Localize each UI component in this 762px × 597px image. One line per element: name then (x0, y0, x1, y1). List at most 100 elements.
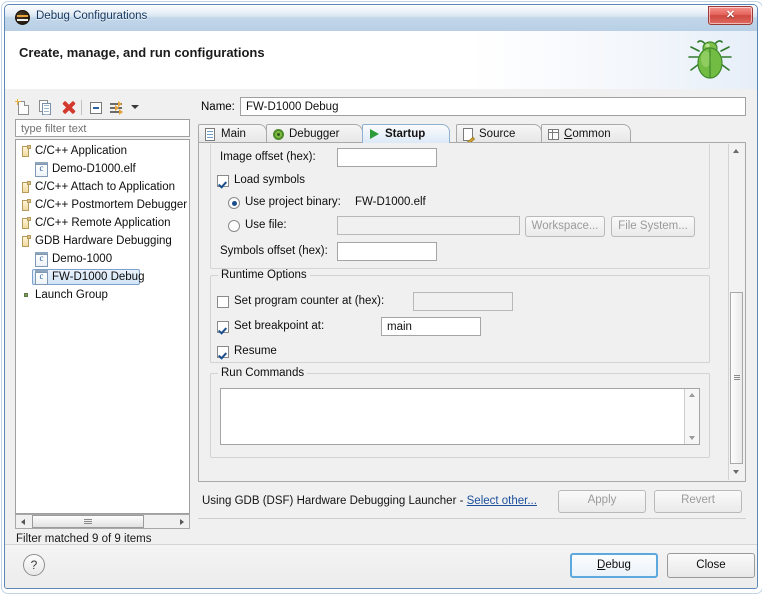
scroll-down-arrow[interactable] (729, 465, 744, 480)
set-breakpoint-label: Set breakpoint at: (234, 320, 325, 332)
scroll-up-arrow[interactable] (689, 393, 695, 397)
tree-item-c-cpp-attach-to-application[interactable]: C/C++ Attach to Application (16, 178, 189, 196)
red-delete-x-icon (62, 101, 75, 114)
page-title: Create, manage, and run configurations (19, 45, 265, 60)
category-icon (22, 145, 31, 158)
toolbar-separator (81, 100, 82, 115)
filter-icon (110, 101, 124, 115)
close-button-label: Close (696, 559, 726, 571)
scroll-right-arrow[interactable] (175, 515, 189, 528)
page-icon (204, 128, 217, 141)
breakpoint-value: main (387, 321, 412, 333)
tab-common[interactable]: Common (541, 124, 631, 143)
resume-checkbox[interactable] (217, 346, 229, 358)
run-commands-textarea[interactable] (220, 388, 700, 445)
common-table-icon (547, 128, 560, 141)
tree-item-label: GDB Hardware Debugging (35, 235, 172, 247)
tree-item-c-cpp-application[interactable]: C/C++ Application (16, 142, 189, 160)
launch-configuration-tree-panel: type filter text C/C++ Application Demo-… (15, 97, 190, 545)
revert-button[interactable]: Revert (654, 490, 742, 513)
set-program-counter-checkbox[interactable] (217, 296, 229, 308)
startup-vertical-scrollbar[interactable] (728, 144, 744, 480)
tree-horizontal-scrollbar[interactable] (15, 514, 190, 529)
green-play-icon (368, 128, 381, 141)
eclipse-icon (15, 10, 30, 25)
collapse-all-button[interactable] (87, 99, 106, 117)
dialog-banner: Create, manage, and run configurations (5, 31, 757, 90)
set-breakpoint-checkbox[interactable] (217, 321, 229, 333)
tree-item-launch-group[interactable]: Launch Group (16, 286, 189, 304)
runtime-options-title: Runtime Options (218, 269, 310, 281)
debug-button-label: Debug (597, 559, 631, 571)
category-icon (22, 235, 31, 248)
close-icon: ✕ (725, 9, 736, 21)
launcher-row: Using GDB (DSF) Hardware Debugging Launc… (198, 490, 746, 514)
tab-label: Main (221, 128, 246, 140)
tree-item-demo-d1000-elf[interactable]: Demo-D1000.elf (16, 160, 189, 178)
scroll-left-arrow[interactable] (16, 515, 30, 528)
launch-group-icon (24, 293, 28, 297)
startup-tab-content: Image offset (hex): Load symbols Use pro… (198, 142, 746, 482)
name-label: Name: (201, 101, 235, 113)
startup-scroll-area: Image offset (hex): Load symbols Use pro… (200, 144, 728, 480)
chevron-down-icon[interactable] (131, 105, 139, 109)
program-counter-input[interactable] (413, 292, 513, 311)
tree-item-label: C/C++ Remote Application (35, 217, 171, 229)
filter-input[interactable]: type filter text (15, 119, 190, 137)
config-file-icon (35, 252, 48, 267)
title-bar: Debug Configurations ✕ (5, 5, 757, 32)
filter-launch-configurations-button[interactable] (108, 99, 127, 117)
tree-item-fw-d1000-debug[interactable]: FW-D1000 Debug (16, 268, 189, 286)
tree-item-demo-1000[interactable]: Demo-1000 (16, 250, 189, 268)
help-button[interactable]: ? (23, 554, 45, 576)
name-input-value: FW-D1000 Debug (246, 101, 339, 113)
tab-debugger[interactable]: Debugger (266, 124, 363, 143)
apply-button[interactable]: Apply (558, 490, 646, 513)
tree-item-c-cpp-postmortem-debugger[interactable]: C/C++ Postmortem Debugger (16, 196, 189, 214)
name-input[interactable]: FW-D1000 Debug (240, 97, 746, 116)
window-close-button[interactable]: ✕ (708, 6, 753, 25)
breakpoint-input[interactable]: main (381, 317, 481, 336)
collapse-all-icon (90, 102, 102, 114)
tree-item-gdb-hardware-debugging[interactable]: GDB Hardware Debugging (16, 232, 189, 250)
tab-label: Debugger (289, 128, 340, 140)
tree-item-label: C/C++ Application (35, 145, 128, 157)
select-other-link[interactable]: Select other... (467, 495, 537, 507)
launcher-description: Using GDB (DSF) Hardware Debugging Launc… (202, 495, 537, 507)
run-commands-scrollbar[interactable] (684, 389, 699, 444)
close-button[interactable]: Close (667, 553, 755, 578)
set-program-counter-label: Set program counter at (hex): (234, 295, 385, 307)
category-icon (22, 181, 31, 194)
scrollbar-thumb[interactable] (730, 292, 743, 464)
new-launch-configuration-button[interactable] (15, 99, 34, 117)
tree-item-label: Launch Group (35, 289, 108, 301)
tree-item-c-cpp-remote-application[interactable]: C/C++ Remote Application (16, 214, 189, 232)
tab-label: Startup (385, 128, 426, 140)
scroll-down-arrow[interactable] (689, 436, 695, 440)
filter-placeholder: type filter text (21, 123, 87, 135)
category-icon (22, 217, 31, 230)
window-title: Debug Configurations (36, 10, 148, 22)
duplicate-launch-configuration-button[interactable] (37, 99, 56, 117)
resume-label: Resume (234, 345, 277, 357)
tree-item-label: C/C++ Postmortem Debugger (35, 199, 188, 211)
tab-main[interactable]: Main (198, 124, 267, 143)
scroll-up-arrow[interactable] (729, 144, 744, 159)
tab-strip: Main Debugger Startup Source Common (198, 124, 746, 143)
scrollbar-thumb[interactable] (32, 515, 144, 528)
source-pencil-icon (462, 128, 475, 141)
tab-label: Source (479, 128, 516, 140)
run-commands-title: Run Commands (218, 367, 308, 379)
tree-item-label: Demo-1000 (52, 253, 113, 265)
debugger-gear-icon (272, 128, 285, 141)
launch-configuration-tree[interactable]: C/C++ Application Demo-D1000.elf C/C++ A… (15, 139, 190, 514)
dialog-body: type filter text C/C++ Application Demo-… (5, 89, 757, 545)
debug-configurations-window: Debug Configurations ✕ Create, manage, a… (4, 4, 758, 589)
divider (198, 518, 746, 519)
tab-startup[interactable]: Startup (362, 124, 450, 143)
tab-source[interactable]: Source (456, 124, 542, 143)
config-file-icon (35, 162, 48, 177)
delete-launch-configuration-button[interactable] (59, 99, 78, 117)
tree-item-label: FW-D1000 Debug (52, 271, 145, 283)
debug-button[interactable]: Debug (570, 553, 658, 578)
